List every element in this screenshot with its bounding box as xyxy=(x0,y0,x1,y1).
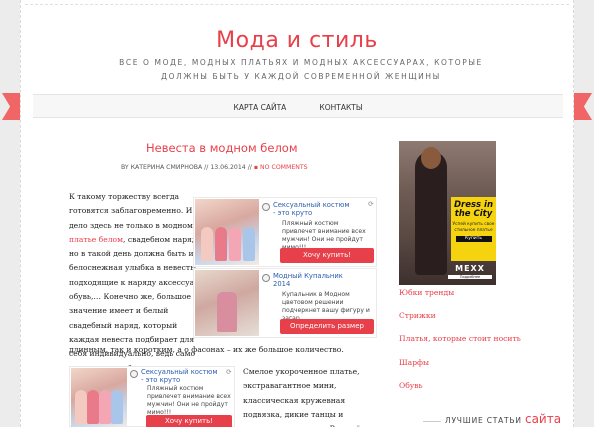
article-inline-link[interactable]: платье белом xyxy=(69,235,123,244)
sidebar-link-haircuts[interactable]: Стрижки xyxy=(399,311,436,320)
ad-title-2[interactable]: Модный Купальник 2014 xyxy=(273,272,353,288)
nav-item-contacts[interactable]: Контакты xyxy=(319,97,362,119)
refresh-icon[interactable]: ⟳ xyxy=(368,200,374,208)
ad-button-3[interactable]: Хочу купить! xyxy=(146,415,232,427)
best-heading-accent: сайта xyxy=(524,412,562,426)
comment-icon: ▪ xyxy=(253,164,259,171)
ad-title-3[interactable]: Сексуальный костюм - это круто xyxy=(141,368,221,384)
nav-ribbon-left xyxy=(2,93,20,120)
banner-brand: MEXX xyxy=(455,264,485,273)
post-title[interactable]: Невеста в модном белом xyxy=(146,141,298,155)
ad-block-3[interactable]: Сексуальный костюм - это круто ⟳ Пляжный… xyxy=(69,366,235,427)
banner-subtext: Успей купить свое стильное платье xyxy=(452,222,495,233)
meta-separator: // xyxy=(204,164,209,171)
refresh-icon[interactable]: ⟳ xyxy=(226,368,232,376)
ad-button-2[interactable]: Определить размер xyxy=(280,319,374,334)
sidebar-link-shoes[interactable]: Обувь xyxy=(399,381,423,390)
comments-count: No Comments xyxy=(260,164,308,171)
banner-promo: Dress in the City Успей купить свое стил… xyxy=(451,197,496,261)
ad-desc-3: Пляжный костюм привлечет внимание всех м… xyxy=(147,385,231,416)
site-tagline: Все о моде, модных платьях и модных аксе… xyxy=(119,58,483,81)
banner-brand-sub[interactable]: Подробнее xyxy=(448,275,492,279)
ad-button-1[interactable]: Хочу купить! xyxy=(280,248,374,263)
info-icon[interactable] xyxy=(262,274,270,282)
post-comments-link[interactable]: ▪ No Comments xyxy=(254,164,308,171)
meta-by: By xyxy=(121,164,129,171)
page-container: Мода и стиль Все о моде, модных платьях … xyxy=(2,0,592,427)
best-articles-heading: Лучшие статьи сайта xyxy=(423,412,561,426)
article-body-tail: длинным, так и коротким, а о фасонах – и… xyxy=(69,345,344,354)
sidebar-link-scarves[interactable]: Шарфы xyxy=(399,358,429,367)
ad-title-1[interactable]: Сексуальный костюм - это круто xyxy=(273,201,353,217)
nav-item-sitemap[interactable]: Карта сайта xyxy=(234,97,287,119)
post-meta: By Катерина Смирнова // 13.06.2014 // ▪ … xyxy=(121,164,321,171)
article-body-right: Смелое укороченное платье, экстравагантн… xyxy=(243,367,361,427)
nav-ribbon-right xyxy=(574,93,592,120)
post-date: 13.06.2014 xyxy=(210,164,246,171)
info-icon[interactable] xyxy=(130,370,138,378)
ad-block-1[interactable]: Сексуальный костюм - это круто ⟳ Пляжный… xyxy=(193,197,377,267)
main-nav: Карта сайта Контакты xyxy=(33,94,563,118)
ad-image-2[interactable] xyxy=(195,270,259,336)
banner-headline: Dress in the City xyxy=(453,200,494,219)
best-heading-prefix: Лучшие статьи xyxy=(445,416,522,425)
banner-brand-logo: MEXX Подробнее xyxy=(448,264,492,279)
ad-image-3[interactable] xyxy=(71,368,127,427)
sidebar-banner-ad[interactable]: Dress in the City Успей купить свое стил… xyxy=(399,141,496,285)
site-title[interactable]: Мода и стиль xyxy=(21,28,573,53)
post-author[interactable]: Катерина Смирнова xyxy=(131,164,203,171)
ad-image-1[interactable] xyxy=(195,199,259,265)
sidebar-link-dresses[interactable]: Платья, которые стоит носить xyxy=(399,334,521,343)
info-icon[interactable] xyxy=(262,203,270,211)
sidebar-link-skirts[interactable]: Юбки тренды xyxy=(399,288,454,297)
ad-block-2[interactable]: Модный Купальник 2014 Купальник в Модном… xyxy=(193,268,377,338)
banner-cta[interactable]: Купить xyxy=(455,236,492,242)
article-text-1: К такому торжеству всегда готовятся забл… xyxy=(69,192,193,230)
meta-separator-2: // xyxy=(247,164,252,171)
